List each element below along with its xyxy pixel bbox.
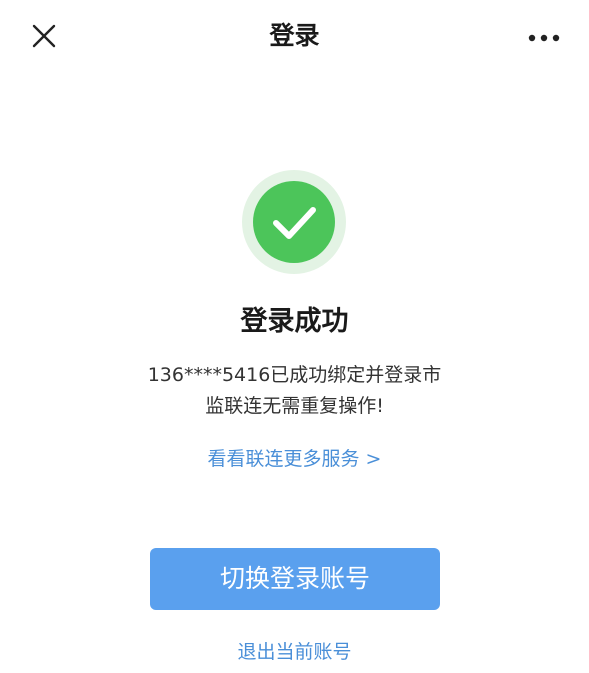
top-nav-bar: 登录 — [0, 0, 589, 76]
result-title: 登录成功 — [240, 306, 349, 337]
result-description: 136****5416已成功绑定并登录市 监联连无需重复操作! — [100, 360, 489, 422]
more-services-link[interactable]: 看看联连更多服务 > — [0, 444, 589, 474]
logout-link[interactable]: 退出当前账号 — [0, 637, 589, 667]
result-description-line-2: 监联连无需重复操作! — [205, 395, 384, 417]
page-title: 登录 — [269, 21, 320, 50]
more-options-button[interactable] — [518, 20, 570, 56]
success-check-icon — [240, 168, 348, 276]
switch-account-button[interactable]: 切换登录账号 — [150, 548, 440, 610]
result-description-line-1: 136****5416已成功绑定并登录市 — [147, 364, 442, 386]
more-icon — [528, 34, 560, 42]
